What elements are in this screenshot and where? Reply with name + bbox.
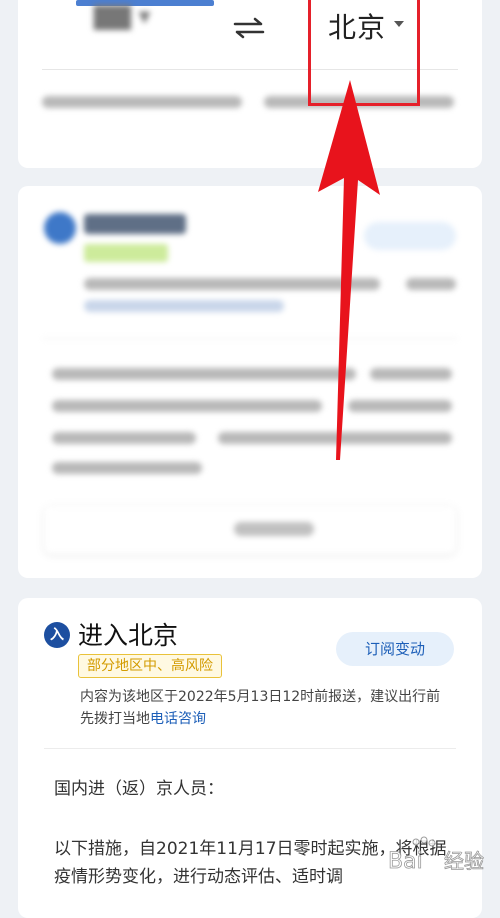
watermark-cn-text: 经验 (444, 849, 484, 873)
annotation-arrow-icon (318, 80, 380, 460)
section-intro: 国内进（返）京人员： (54, 779, 224, 799)
blurred-text (42, 96, 242, 108)
subscribe-changes-button[interactable]: 订阅变动 (336, 632, 454, 666)
watermark-latin-text: Bai (388, 849, 423, 874)
blurred-tag (84, 244, 168, 262)
swap-arrows-icon[interactable] (232, 16, 266, 40)
blurred-text (52, 462, 202, 474)
blurred-button-text (234, 522, 314, 536)
blurred-text (52, 400, 322, 412)
blurred-text (52, 432, 196, 444)
risk-badge: 部分地区中、高风险 (78, 654, 222, 678)
swap-arrows-icon-svg (233, 17, 265, 39)
notice-body: 内容为该地区于2022年5月13日12时前报送，建议出行前先拨打当地 (80, 689, 441, 727)
entry-title: 进入北京 (78, 621, 179, 650)
blurred-text (406, 278, 456, 290)
blurred-title (84, 214, 186, 234)
entry-icon: 入 (44, 622, 70, 648)
baidu-logo-icon: Bai 经验 (388, 836, 484, 874)
baidu-watermark: Bai 经验 (388, 834, 498, 874)
blurred-text (84, 300, 284, 312)
phone-consult-link[interactable]: 电话咨询 (150, 711, 206, 727)
origin-city-selector[interactable]: ▇▇ ▾ (94, 2, 151, 30)
notice-text: 内容为该地区于2022年5月13日12时前报送，建议出行前先拨打当地电话咨询 (80, 686, 452, 730)
divider (44, 748, 456, 749)
blurred-view-more-button[interactable] (44, 506, 456, 554)
blurred-info-card (18, 186, 482, 578)
info-icon (44, 212, 76, 244)
